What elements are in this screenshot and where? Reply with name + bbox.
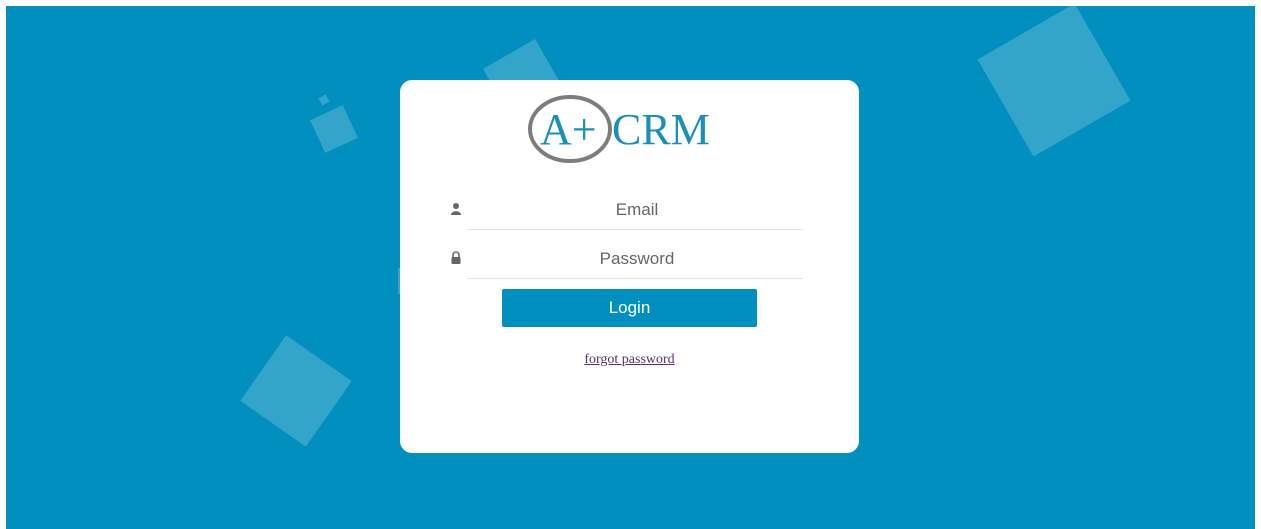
- forgot-password-link[interactable]: forgot password: [400, 352, 859, 368]
- logo-text: CRM: [612, 105, 710, 154]
- email-input[interactable]: [467, 190, 807, 230]
- password-input[interactable]: [467, 239, 807, 279]
- login-card: A+ CRM Login: [400, 80, 859, 453]
- login-page-background: A+ CRM Login: [6, 6, 1255, 529]
- decorative-square: [310, 105, 358, 153]
- brand-logo: A+ CRM: [528, 94, 728, 164]
- decorative-square: [977, 6, 1131, 157]
- email-underline: [467, 229, 803, 230]
- user-icon: [450, 202, 462, 216]
- email-field-group: [450, 190, 807, 230]
- password-underline: [467, 278, 803, 279]
- decorative-square: [240, 335, 352, 447]
- decorative-square: [318, 94, 330, 106]
- password-field-group: [450, 239, 807, 279]
- logo-mark: A+: [540, 105, 597, 154]
- login-button[interactable]: Login: [502, 289, 757, 327]
- lock-icon: [450, 251, 462, 265]
